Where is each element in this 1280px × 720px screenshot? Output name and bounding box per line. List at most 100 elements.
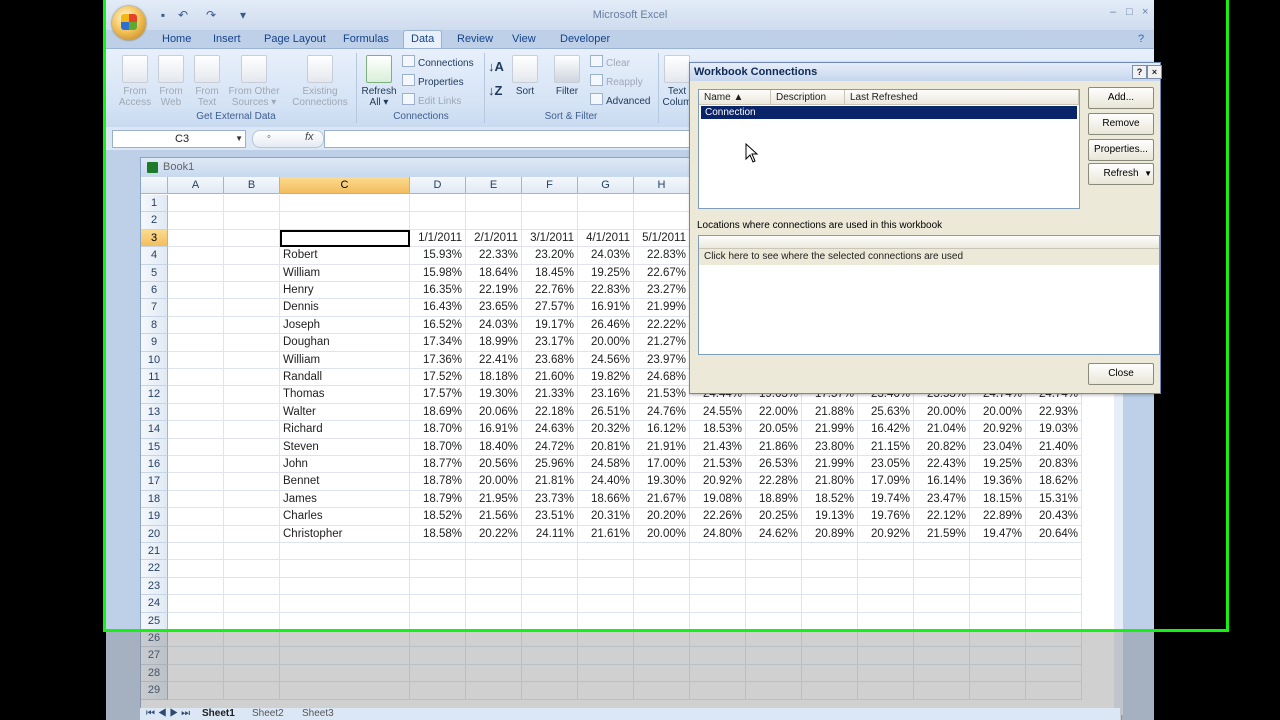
cell[interactable] [466, 543, 522, 561]
help-icon[interactable]: ? [1138, 32, 1144, 48]
cell[interactable] [690, 560, 746, 578]
value-cell[interactable]: 18.79% [410, 490, 466, 509]
name-cell[interactable]: Doughan [280, 334, 410, 352]
row-header[interactable]: 1 [141, 195, 168, 213]
value-cell[interactable]: 19.13% [802, 508, 858, 526]
column-header[interactable]: A [168, 177, 224, 194]
cell[interactable] [970, 543, 1026, 561]
cell[interactable] [522, 195, 578, 213]
name-cell[interactable]: Walter [280, 403, 410, 422]
cell[interactable] [224, 282, 280, 300]
value-cell[interactable]: 20.92% [970, 421, 1026, 439]
cell[interactable] [168, 264, 224, 282]
cell[interactable] [466, 212, 522, 230]
value-cell[interactable]: 24.63% [522, 421, 578, 439]
value-cell[interactable]: 21.99% [634, 299, 690, 317]
value-cell[interactable]: 21.43% [690, 438, 746, 456]
value-cell[interactable]: 18.99% [466, 334, 522, 352]
value-cell[interactable]: 18.70% [410, 421, 466, 439]
date-header-cell[interactable]: 3/1/2011 [522, 229, 578, 248]
cell[interactable] [578, 543, 634, 561]
locations-hint-row[interactable]: Click here to see where the selected con… [699, 249, 1159, 265]
cell[interactable] [1026, 577, 1082, 596]
value-cell[interactable]: 21.33% [522, 386, 578, 404]
value-cell[interactable]: 21.61% [578, 525, 634, 543]
cell[interactable] [410, 612, 466, 630]
column-header[interactable]: C [280, 177, 410, 194]
value-cell[interactable]: 20.00% [578, 334, 634, 352]
value-cell[interactable]: 17.09% [858, 473, 914, 491]
maximize-icon[interactable]: □ [1126, 6, 1133, 18]
cell[interactable] [168, 403, 224, 422]
tab-home[interactable]: Home [162, 32, 191, 48]
cell[interactable] [224, 490, 280, 509]
cell[interactable] [224, 212, 280, 230]
value-cell[interactable]: 22.89% [970, 508, 1026, 526]
cell[interactable] [690, 543, 746, 561]
cell[interactable] [224, 508, 280, 526]
cell[interactable] [858, 543, 914, 561]
value-cell[interactable]: 22.28% [746, 473, 802, 491]
value-cell[interactable]: 23.04% [970, 438, 1026, 456]
cell[interactable] [168, 386, 224, 404]
date-header-cell[interactable]: 5/1/2011 [634, 229, 690, 248]
chevron-down-icon[interactable]: ▼ [235, 131, 243, 147]
cell[interactable] [224, 195, 280, 213]
tab-view[interactable]: View [512, 32, 536, 48]
select-all-corner[interactable] [141, 177, 168, 194]
cell[interactable] [168, 438, 224, 456]
value-cell[interactable]: 27.57% [522, 299, 578, 317]
cell[interactable] [224, 473, 280, 491]
value-cell[interactable]: 22.67% [634, 264, 690, 282]
cell[interactable] [1026, 560, 1082, 578]
row-header[interactable]: 23 [141, 577, 168, 596]
cell[interactable] [168, 525, 224, 543]
column-header-name[interactable]: Name ▲ [699, 90, 771, 105]
value-cell[interactable]: 20.22% [466, 525, 522, 543]
cell[interactable] [522, 543, 578, 561]
value-cell[interactable]: 20.92% [690, 473, 746, 491]
cell[interactable] [802, 612, 858, 630]
value-cell[interactable]: 16.12% [634, 421, 690, 439]
cell[interactable] [224, 543, 280, 561]
name-box[interactable]: C3 ▼ [112, 130, 246, 148]
value-cell[interactable]: 20.05% [746, 421, 802, 439]
name-cell[interactable]: Robert [280, 247, 410, 265]
value-cell[interactable]: 18.52% [802, 490, 858, 509]
value-cell[interactable]: 21.59% [914, 525, 970, 543]
value-cell[interactable]: 21.67% [634, 490, 690, 509]
add-button[interactable]: Add... [1088, 87, 1154, 109]
value-cell[interactable]: 16.91% [466, 421, 522, 439]
value-cell[interactable]: 20.00% [634, 525, 690, 543]
value-cell[interactable]: 19.47% [970, 525, 1026, 543]
column-header[interactable]: G [578, 177, 634, 194]
cell[interactable] [690, 577, 746, 596]
name-cell[interactable]: Charles [280, 508, 410, 526]
tab-data[interactable]: Data [403, 30, 443, 49]
cell[interactable] [168, 229, 224, 248]
cell[interactable] [970, 595, 1026, 613]
cell[interactable] [168, 212, 224, 230]
cell[interactable] [168, 473, 224, 491]
value-cell[interactable]: 23.20% [522, 247, 578, 265]
cell[interactable] [168, 334, 224, 352]
cell[interactable] [224, 612, 280, 630]
value-cell[interactable]: 21.88% [802, 403, 858, 422]
value-cell[interactable]: 21.27% [634, 334, 690, 352]
value-cell[interactable]: 17.52% [410, 369, 466, 387]
value-cell[interactable]: 22.19% [466, 282, 522, 300]
cell[interactable] [224, 421, 280, 439]
row-header[interactable]: 15 [141, 438, 168, 456]
cell[interactable] [858, 612, 914, 630]
row-header[interactable]: 24 [141, 595, 168, 613]
value-cell[interactable]: 20.00% [970, 403, 1026, 422]
cell[interactable] [690, 612, 746, 630]
sheet-tab-3[interactable]: Sheet3 [302, 708, 334, 719]
value-cell[interactable]: 18.45% [522, 264, 578, 282]
cell[interactable] [168, 508, 224, 526]
cell[interactable] [280, 560, 410, 578]
value-cell[interactable]: 23.65% [466, 299, 522, 317]
cell[interactable] [224, 403, 280, 422]
value-cell[interactable]: 25.96% [522, 456, 578, 474]
cell[interactable] [914, 577, 970, 596]
